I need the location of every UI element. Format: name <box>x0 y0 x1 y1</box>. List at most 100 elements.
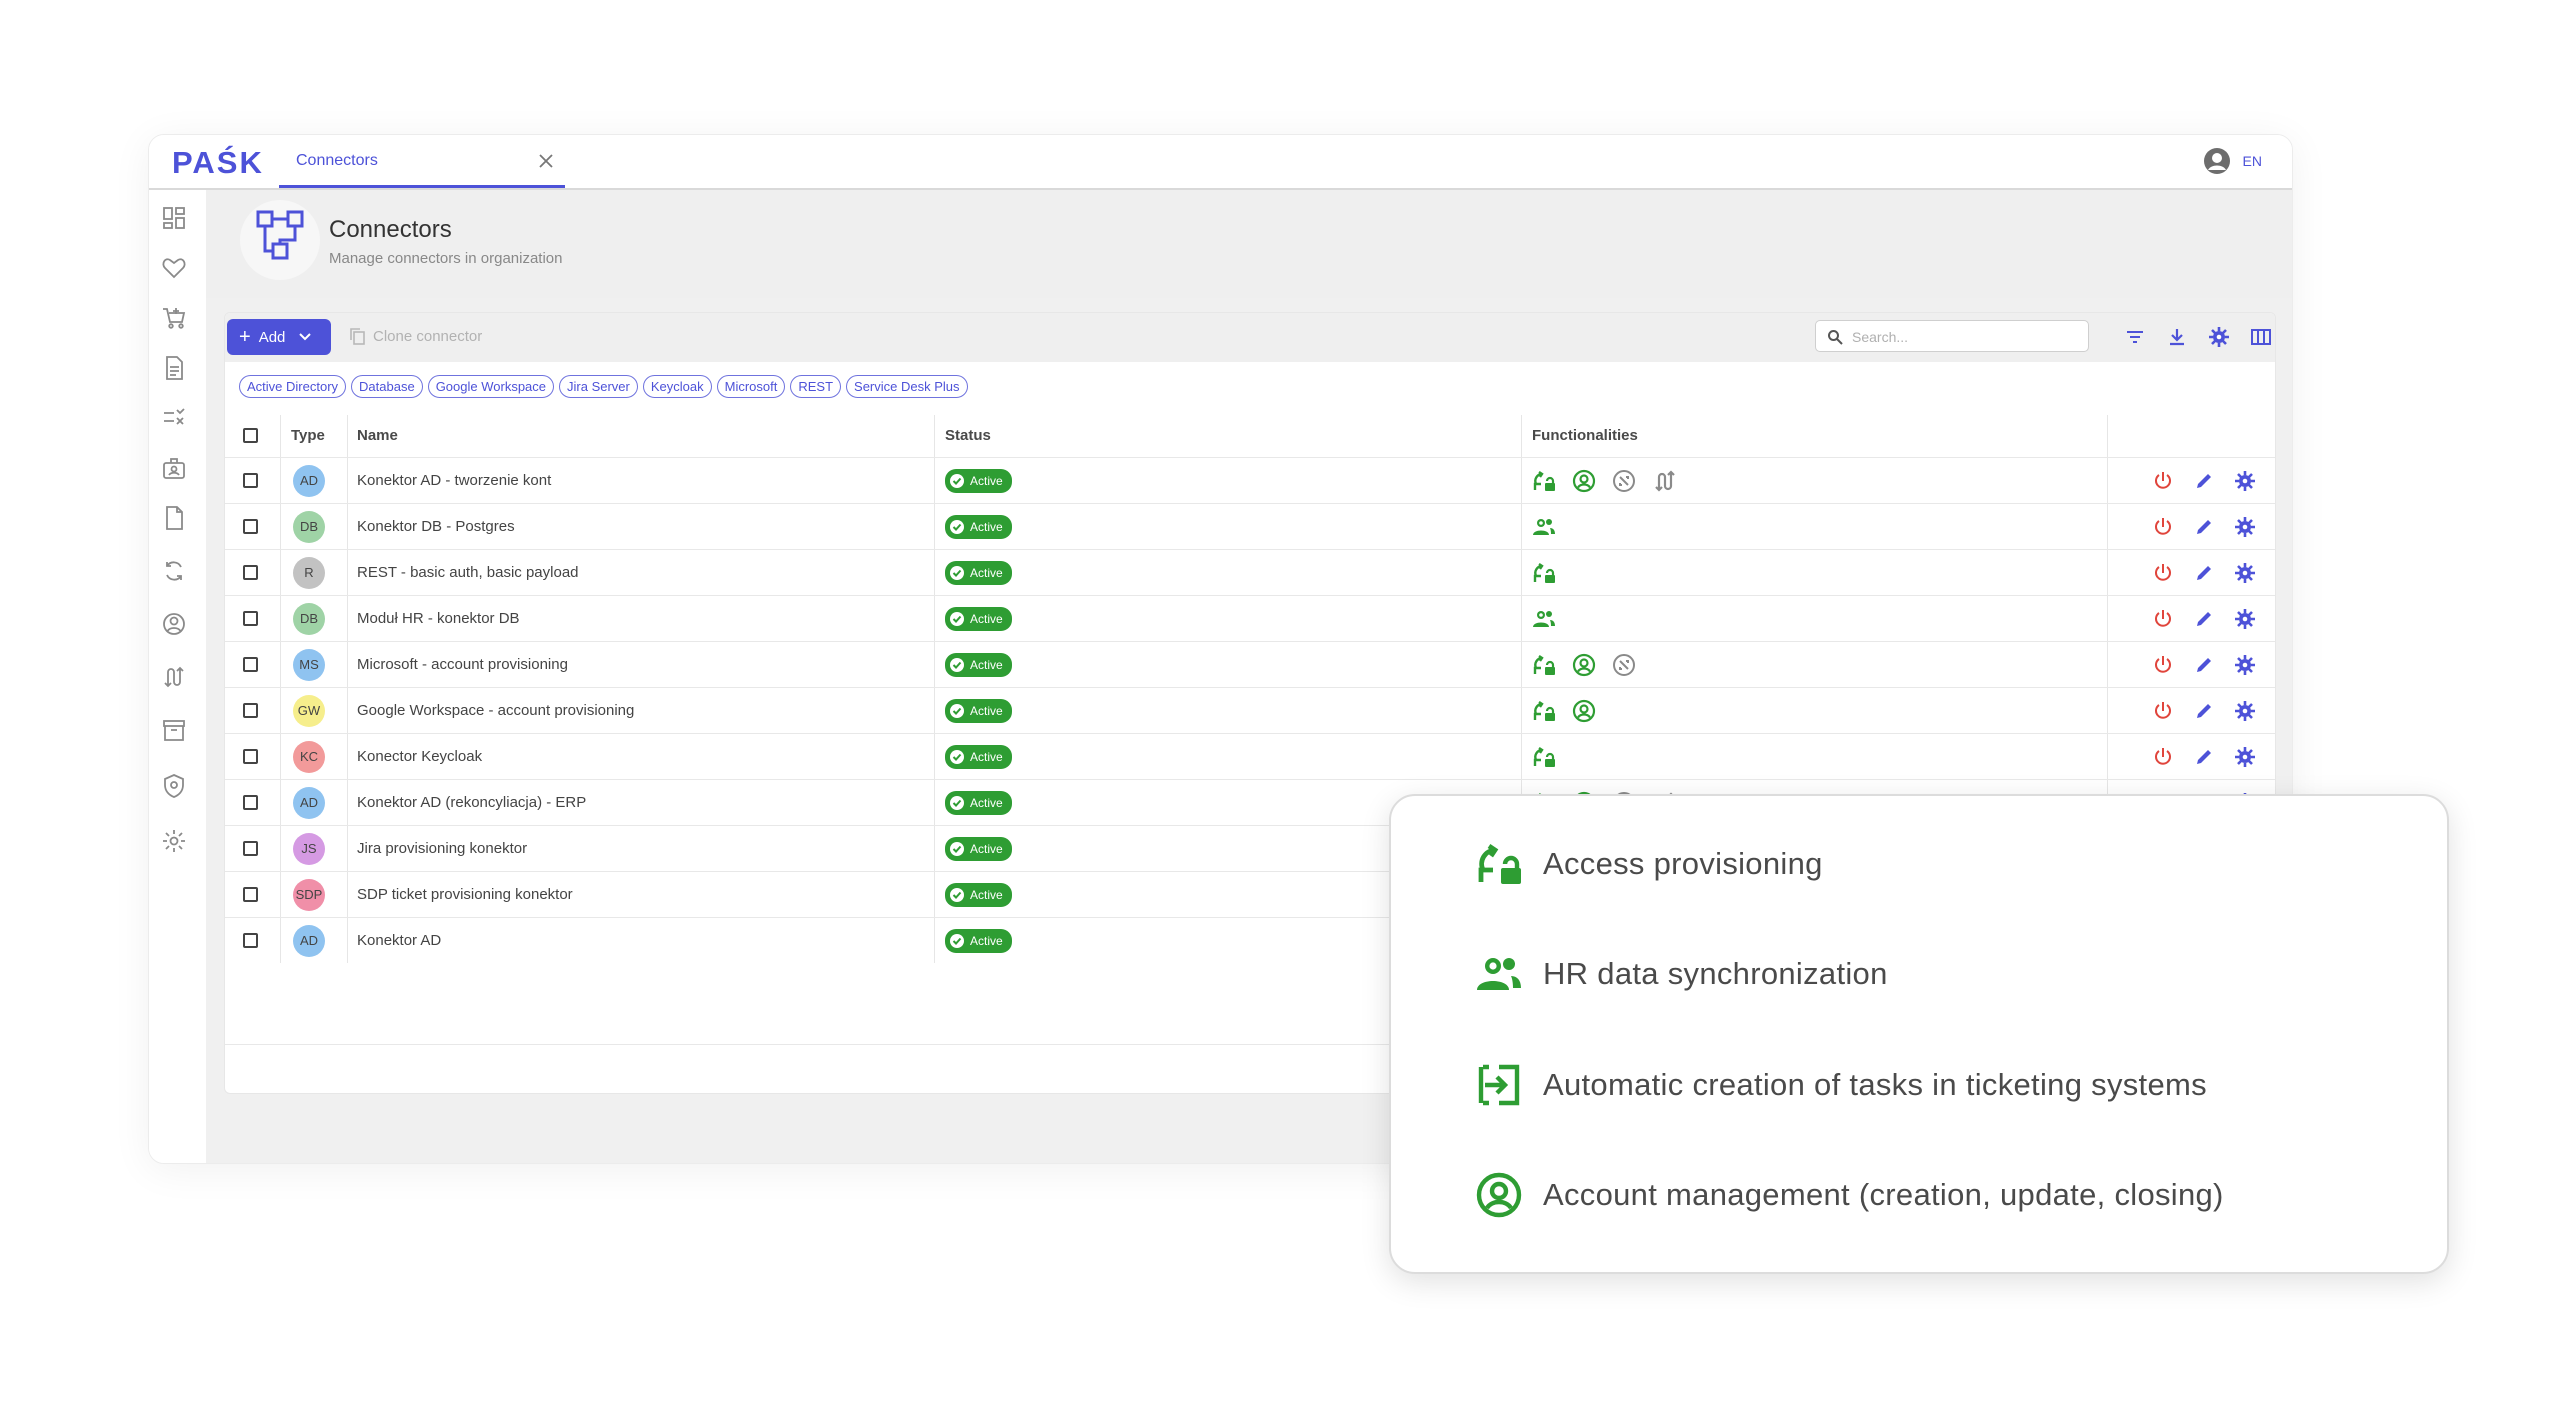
edit-icon[interactable] <box>2193 470 2215 492</box>
user-circle-icon[interactable] <box>161 611 187 637</box>
row-checkbox[interactable] <box>243 642 258 687</box>
dashboard-icon[interactable] <box>161 205 187 231</box>
logo[interactable]: PAŚK <box>172 145 264 181</box>
sync-icon[interactable] <box>161 558 187 584</box>
edit-icon[interactable] <box>2193 562 2215 584</box>
edit-icon[interactable] <box>2193 608 2215 630</box>
columns-icon[interactable] <box>2250 326 2272 348</box>
col-status[interactable]: Status <box>945 427 991 444</box>
edit-icon[interactable] <box>2193 516 2215 538</box>
row-checkbox[interactable] <box>243 918 258 963</box>
chevron-down-icon[interactable] <box>299 333 312 341</box>
cart-icon[interactable] <box>161 305 187 331</box>
user-avatar-icon[interactable] <box>2203 147 2231 175</box>
badge-icon[interactable] <box>161 455 187 481</box>
row-checkbox[interactable] <box>243 596 258 641</box>
gear-icon[interactable] <box>2234 470 2256 492</box>
shield-icon[interactable] <box>161 773 187 799</box>
table-row[interactable]: KC Konector Keycloak Active <box>225 733 2275 779</box>
gear-icon[interactable] <box>2234 746 2256 768</box>
row-checkbox[interactable] <box>243 504 258 549</box>
checklist-icon[interactable] <box>161 405 187 431</box>
row-checkbox[interactable] <box>243 458 258 503</box>
file-icon[interactable] <box>161 505 187 531</box>
power-icon[interactable] <box>2152 516 2174 538</box>
select-all-checkbox[interactable] <box>243 428 258 443</box>
row-actions <box>2152 688 2256 733</box>
tab-connectors[interactable]: Connectors <box>279 135 565 188</box>
page-subtitle: Manage connectors in organization <box>329 250 563 267</box>
row-checkbox[interactable] <box>243 780 258 825</box>
filter-chip[interactable]: Service Desk Plus <box>846 375 968 398</box>
document-icon[interactable] <box>161 355 187 381</box>
filter-chip[interactable]: Keycloak <box>642 375 712 398</box>
type-avatar: DB <box>293 602 325 635</box>
table-row[interactable]: GW Google Workspace - account provisionin… <box>225 687 2275 733</box>
filter-chip[interactable]: Jira Server <box>559 375 638 398</box>
connector-name[interactable]: Konektor AD - tworzenie kont <box>357 458 551 503</box>
row-checkbox[interactable] <box>243 872 258 917</box>
connectors-page-icon <box>240 200 320 280</box>
close-icon[interactable] <box>537 152 555 170</box>
gear-icon[interactable] <box>2234 654 2256 676</box>
copy-icon <box>350 328 365 345</box>
table-row[interactable]: DB Konektor DB - Postgres Active <box>225 503 2275 549</box>
language-selector[interactable]: EN <box>2243 153 2262 169</box>
edit-icon[interactable] <box>2193 746 2215 768</box>
filter-chip[interactable]: Database <box>351 375 423 398</box>
search-input[interactable] <box>1852 326 2082 348</box>
search-box[interactable] <box>1815 320 2089 352</box>
edit-icon[interactable] <box>2193 654 2215 676</box>
power-icon[interactable] <box>2152 654 2174 676</box>
edit-icon[interactable] <box>2193 700 2215 722</box>
connector-name[interactable]: Google Workspace - account provisioning <box>357 688 634 733</box>
power-icon[interactable] <box>2152 470 2174 492</box>
status-badge: Active <box>945 468 1012 493</box>
power-icon[interactable] <box>2152 746 2174 768</box>
access-provisioning-icon <box>1533 746 1555 767</box>
gear-icon[interactable] <box>2234 516 2256 538</box>
row-checkbox[interactable] <box>243 826 258 871</box>
connector-name[interactable]: SDP ticket provisioning konektor <box>357 872 573 917</box>
connector-name[interactable]: REST - basic auth, basic payload <box>357 550 579 595</box>
settings-icon[interactable] <box>161 828 187 854</box>
col-type[interactable]: Type <box>291 427 325 444</box>
filter-chip[interactable]: Microsoft <box>716 375 786 398</box>
row-checkbox[interactable] <box>243 688 258 733</box>
status-label: Active <box>970 887 1003 902</box>
gear-icon[interactable] <box>2234 608 2256 630</box>
download-icon[interactable] <box>2166 326 2188 348</box>
filter-chip[interactable]: Google Workspace <box>427 375 555 398</box>
connector-name[interactable]: Microsoft - account provisioning <box>357 642 568 687</box>
status-badge: Active <box>945 606 1012 631</box>
table-row[interactable]: R REST - basic auth, basic payload Active <box>225 549 2275 595</box>
connector-name[interactable]: Moduł HR - konektor DB <box>357 596 520 641</box>
col-name[interactable]: Name <box>357 427 398 444</box>
table-row[interactable]: AD Konektor AD - tworzenie kont Active <box>225 457 2275 503</box>
power-icon[interactable] <box>2152 700 2174 722</box>
row-checkbox[interactable] <box>243 734 258 779</box>
col-functionalities[interactable]: Functionalities <box>1532 427 1638 444</box>
power-icon[interactable] <box>2152 562 2174 584</box>
heart-icon[interactable] <box>161 255 187 281</box>
power-icon[interactable] <box>2152 608 2174 630</box>
filter-chip[interactable]: Active Directory <box>239 375 347 398</box>
connector-name[interactable]: Konektor AD <box>357 918 441 963</box>
gear-icon[interactable] <box>2208 326 2230 348</box>
connector-name[interactable]: Konektor DB - Postgres <box>357 504 515 549</box>
connector-name[interactable]: Jira provisioning konektor <box>357 826 527 871</box>
workflow-icon[interactable] <box>161 664 187 690</box>
clone-connector-button[interactable]: Clone connector <box>349 327 482 345</box>
check-circle-icon <box>950 473 964 488</box>
connector-name[interactable]: Konektor AD (rekoncyliacja) - ERP <box>357 780 586 825</box>
gear-icon[interactable] <box>2234 700 2256 722</box>
table-row[interactable]: MS Microsoft - account provisioning Active <box>225 641 2275 687</box>
add-button[interactable]: + Add <box>227 319 331 355</box>
filter-chip[interactable]: REST <box>790 375 842 398</box>
row-checkbox[interactable] <box>243 550 258 595</box>
filter-icon[interactable] <box>2124 326 2146 348</box>
table-row[interactable]: DB Moduł HR - konektor DB Active <box>225 595 2275 641</box>
archive-icon[interactable] <box>161 717 187 743</box>
gear-icon[interactable] <box>2234 562 2256 584</box>
connector-name[interactable]: Konector Keycloak <box>357 734 482 779</box>
